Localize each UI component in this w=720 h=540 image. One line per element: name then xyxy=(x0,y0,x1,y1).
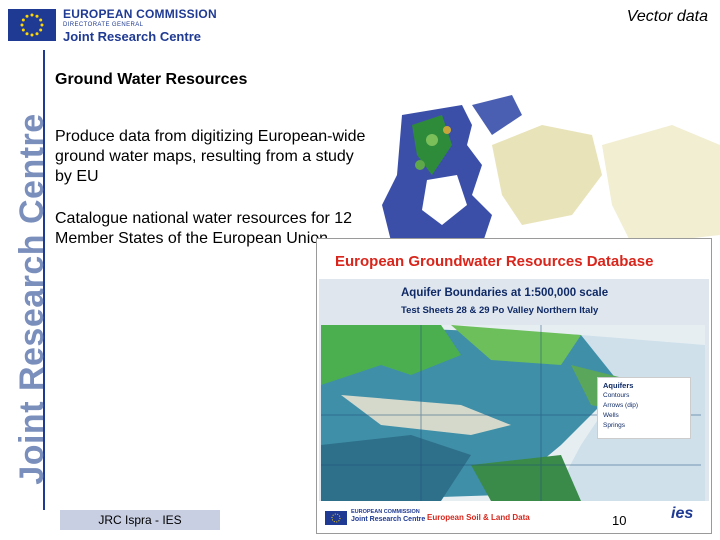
figure-subtitle-sheets: Test Sheets 28 & 29 Po Valley Northern I… xyxy=(401,305,599,316)
organization-title: EUROPEAN COMMISSION xyxy=(63,7,217,21)
europe-map-image xyxy=(372,85,720,245)
bullet-text-1: Produce data from digitizing European-wi… xyxy=(55,128,366,185)
footer-label: JRC Ispra - IES xyxy=(98,513,182,527)
database-figure: European Groundwater Resources Database … xyxy=(316,238,712,534)
directorate-label: DIRECTORATE GENERAL xyxy=(63,22,144,28)
legend-item: Springs xyxy=(603,422,626,429)
legend-item: Contours xyxy=(603,392,630,399)
eu-flag-small-icon xyxy=(325,511,347,525)
figure-footer-label: European Soil & Land Data xyxy=(427,513,530,522)
legend-title: Aquifers xyxy=(603,381,634,390)
sidebar-vertical-title: Joint Research Centre xyxy=(13,113,51,485)
bullet-text-2: Catalogue national water resources for 1… xyxy=(55,210,353,247)
section-title: Vector data xyxy=(626,8,708,25)
page-number: 10 xyxy=(612,513,627,528)
centre-label: Joint Research Centre xyxy=(63,29,201,44)
figure-footer-centre: Joint Research Centre xyxy=(351,516,426,523)
figure-title: European Groundwater Resources Database xyxy=(335,253,654,270)
ies-logo: ies xyxy=(671,505,694,522)
legend-item: Arrows (dip) xyxy=(603,402,639,409)
legend-item: Wells xyxy=(603,412,619,419)
figure-footer: EUROPEAN COMMISSION Joint Research Centr… xyxy=(319,503,709,531)
slide-heading: Ground Water Resources xyxy=(55,71,248,88)
figure-footer-org: EUROPEAN COMMISSION xyxy=(351,509,420,515)
figure-subtitle-scale: Aquifer Boundaries at 1:500,000 scale xyxy=(401,287,609,299)
eu-flag-icon xyxy=(8,9,56,41)
figure-legend: Aquifers Contours Arrows (dip) Wells Spr… xyxy=(597,377,691,439)
